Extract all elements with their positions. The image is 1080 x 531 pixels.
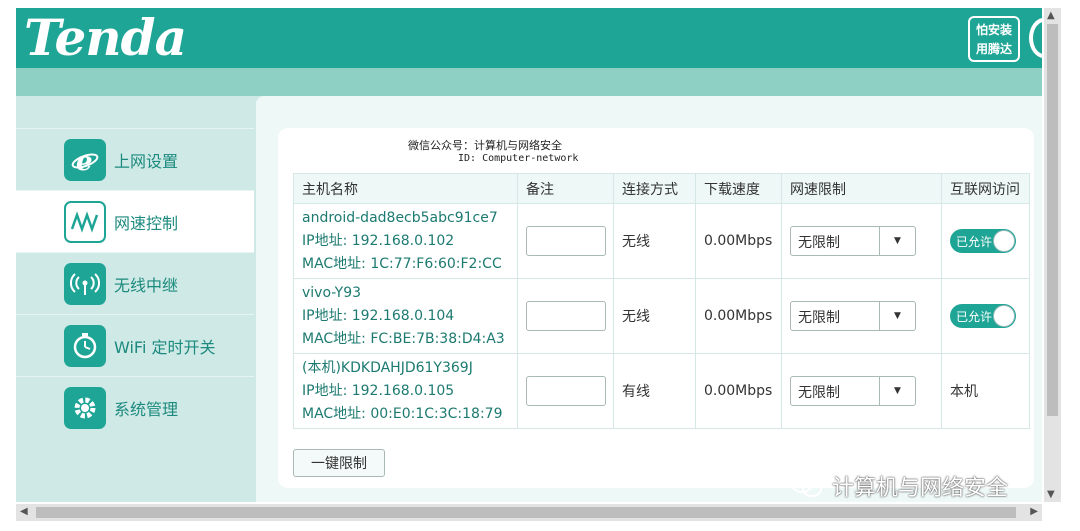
scroll-left-icon[interactable]: ◀ [20, 506, 28, 517]
wireless-signal-icon [64, 262, 106, 305]
host-name: android-dad8ecb5abc91ce7 [302, 209, 498, 226]
download-speed: 0.00Mbps [695, 353, 782, 429]
header-bar: Tenda 怕安装 用腾达 [16, 8, 1042, 68]
note-input[interactable] [526, 226, 606, 256]
timer-icon [64, 324, 106, 367]
host-name: vivo-Y93 [302, 284, 362, 301]
sidebar-item-label: 网速控制 [114, 213, 179, 233]
table-row: vivo-Y93 IP地址: 192.168.0.104 MAC地址: FC:B… [293, 278, 1030, 354]
host-ip: IP地址: 192.168.0.105 [302, 382, 455, 399]
speed-limit-cell: 无限制 ▼ [781, 353, 942, 429]
col-header-download-speed: 下载速度 [695, 173, 782, 204]
scroll-up-icon[interactable]: ▲ [1047, 10, 1055, 21]
gear-icon [64, 386, 106, 429]
host-ip: IP地址: 192.168.0.104 [302, 307, 455, 324]
internet-access-toggle[interactable]: 已允许 [950, 304, 1016, 328]
tenda-logo: Tenda [24, 8, 187, 67]
wechat-icon [791, 475, 822, 497]
col-header-hostname: 主机名称 [293, 173, 518, 204]
speed-limit-value: 无限制 [798, 310, 840, 326]
slogan-swoosh-icon [1029, 18, 1042, 58]
sidebar-item-label: 上网设置 [114, 151, 179, 171]
note-cell [517, 353, 614, 429]
table-row: (本机)KDKDAHJD61Y369J IP地址: 192.168.0.105 … [293, 353, 1030, 429]
download-speed: 0.00Mbps [695, 278, 782, 354]
slogan-line-2: 用腾达 [975, 42, 1012, 56]
toggle-label: 已允许 [956, 235, 993, 249]
note-cell [517, 203, 614, 279]
scroll-right-icon[interactable]: ▶ [1030, 506, 1038, 517]
router-admin-window: Tenda 怕安装 用腾达 e 上网设置 网速控制 无线中继 WiFi 定时开关… [16, 8, 1042, 502]
horizontal-scroll-thumb[interactable] [36, 507, 1016, 518]
scroll-down-icon[interactable]: ▼ [1047, 489, 1055, 500]
sidebar-item-internet-settings[interactable]: e 上网设置 [16, 128, 254, 190]
speed-limit-select[interactable]: 无限制 ▼ [790, 376, 916, 406]
caret-down-icon[interactable]: ▼ [879, 302, 915, 330]
svg-text:e: e [76, 147, 93, 174]
vertical-scrollbar[interactable]: ▲ ▼ [1044, 8, 1061, 502]
col-header-speed-limit: 网速限制 [781, 173, 942, 204]
host-cell: vivo-Y93 IP地址: 192.168.0.104 MAC地址: FC:B… [293, 278, 518, 354]
sidebar-item-wifi-schedule[interactable]: WiFi 定时开关 [16, 314, 254, 376]
sidebar-item-label: 系统管理 [114, 399, 179, 419]
host-ip: IP地址: 192.168.0.102 [302, 232, 455, 249]
device-list-card: 微信公众号：计算机与网络安全 ID: Computer-network 主机名称… [278, 128, 1034, 488]
access-status-local: 本机 [941, 353, 1030, 429]
toggle-label: 已允许 [956, 310, 993, 324]
host-mac: MAC地址: 00:E0:1C:3C:18:79 [302, 405, 503, 422]
col-header-connection: 连接方式 [613, 173, 696, 204]
access-cell: 已允许 [941, 278, 1030, 354]
speed-wave-icon [64, 200, 106, 243]
host-name: (本机)KDKDAHJD61Y369J [302, 359, 473, 376]
horizontal-scrollbar[interactable]: ◀ ▶ [16, 504, 1042, 521]
note-input[interactable] [526, 376, 606, 406]
speed-limit-value: 无限制 [798, 235, 840, 251]
note-cell [517, 278, 614, 354]
slogan-line-1: 怕安装 [975, 23, 1012, 37]
col-header-note: 备注 [517, 173, 614, 204]
watermark-bottom-text: 计算机与网络安全 [832, 476, 1009, 501]
caret-down-icon[interactable]: ▼ [879, 377, 915, 405]
sidebar-item-label: 无线中继 [114, 275, 179, 295]
sidebar-item-system-management[interactable]: 系统管理 [16, 376, 254, 438]
access-cell: 已允许 [941, 203, 1030, 279]
connection-type: 无线 [613, 278, 696, 354]
watermark-wechat-id: ID: Computer-network [458, 153, 579, 164]
toggle-knob [993, 305, 1015, 327]
watermark-wechat-account: 微信公众号：计算机与网络安全 [408, 139, 562, 152]
bulk-limit-button[interactable]: 一键限制 [293, 449, 385, 477]
sidebar: e 上网设置 网速控制 无线中继 WiFi 定时开关 系统管理 [16, 96, 254, 502]
table-header-row: 主机名称 备注 连接方式 下载速度 网速限制 互联网访问 [293, 173, 1030, 204]
table-row: android-dad8ecb5abc91ce7 IP地址: 192.168.0… [293, 203, 1030, 279]
sidebar-item-wireless-relay[interactable]: 无线中继 [16, 252, 254, 314]
device-table: 主机名称 备注 连接方式 下载速度 网速限制 互联网访问 android-dad… [293, 173, 1030, 429]
sub-header-bar [16, 68, 1042, 96]
speed-limit-cell: 无限制 ▼ [781, 278, 942, 354]
speed-limit-select[interactable]: 无限制 ▼ [790, 301, 916, 331]
content-panel: 微信公众号：计算机与网络安全 ID: Computer-network 主机名称… [256, 96, 1042, 502]
host-cell: android-dad8ecb5abc91ce7 IP地址: 192.168.0… [293, 203, 518, 279]
host-mac: MAC地址: FC:BE:7B:38:D4:A3 [302, 330, 505, 347]
connection-type: 有线 [613, 353, 696, 429]
ie-browser-icon: e [64, 138, 106, 181]
download-speed: 0.00Mbps [695, 203, 782, 279]
col-header-internet-access: 互联网访问 [941, 173, 1030, 204]
toggle-knob [993, 230, 1015, 252]
note-input[interactable] [526, 301, 606, 331]
speed-limit-cell: 无限制 ▼ [781, 203, 942, 279]
connection-type: 无线 [613, 203, 696, 279]
host-cell: (本机)KDKDAHJD61Y369J IP地址: 192.168.0.105 … [293, 353, 518, 429]
vertical-scroll-thumb[interactable] [1047, 24, 1058, 416]
speed-limit-select[interactable]: 无限制 ▼ [790, 226, 916, 256]
sidebar-item-speed-control[interactable]: 网速控制 [16, 190, 254, 252]
sidebar-item-label: WiFi 定时开关 [114, 337, 216, 357]
speed-limit-value: 无限制 [798, 385, 840, 401]
slogan-badge: 怕安装 用腾达 [968, 16, 1020, 62]
caret-down-icon[interactable]: ▼ [879, 227, 915, 255]
host-mac: MAC地址: 1C:77:F6:60:F2:CC [302, 255, 502, 272]
internet-access-toggle[interactable]: 已允许 [950, 229, 1016, 253]
watermark-bottom: 计算机与网络安全 [790, 470, 1008, 502]
